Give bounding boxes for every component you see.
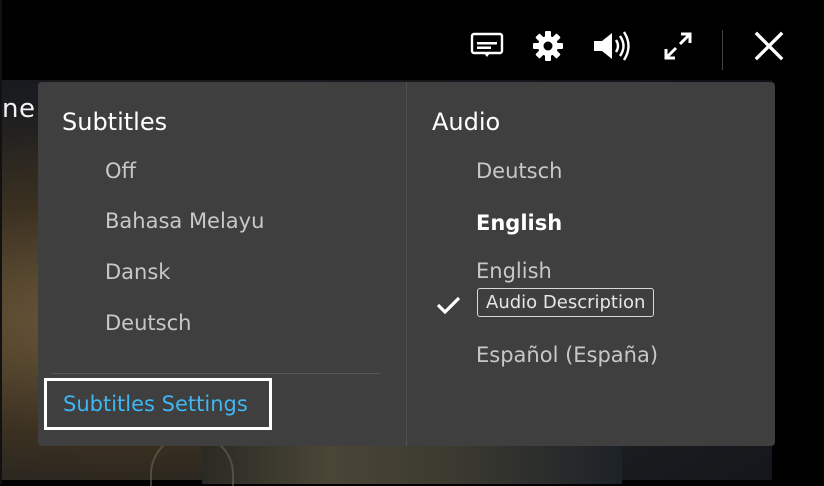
subtitles-icon[interactable] [468, 26, 506, 66]
subtitle-option-bahasa-melayu[interactable]: Bahasa Melayu [105, 209, 264, 233]
audio-option-english[interactable]: English [476, 211, 562, 235]
audio-option-espanol[interactable]: Español (España) [476, 343, 658, 367]
close-icon[interactable] [750, 26, 788, 66]
audio-option-english-ad[interactable]: English [476, 259, 552, 283]
player-frame: ne Subtitles Off Bahasa Melayu Dansk Deu… [0, 0, 824, 486]
left-edge [0, 0, 2, 484]
subtitles-title: Subtitles [62, 108, 168, 136]
video-partial-text: ne [2, 94, 36, 124]
controls-divider [722, 30, 723, 70]
player-controls [0, 0, 824, 80]
audio-description-badge: Audio Description [477, 288, 655, 317]
subtitle-option-deutsch[interactable]: Deutsch [105, 311, 191, 335]
audio-title: Audio [432, 108, 501, 136]
subtitle-option-off[interactable]: Off [105, 159, 136, 183]
checkmark-icon [436, 296, 461, 315]
subtitle-option-dansk[interactable]: Dansk [105, 260, 170, 284]
volume-icon[interactable] [590, 26, 634, 66]
video-glow [202, 440, 622, 484]
audio-option-deutsch[interactable]: Deutsch [476, 159, 562, 183]
gear-icon[interactable] [530, 26, 566, 66]
subtitles-settings-link[interactable]: Subtitles Settings [44, 378, 272, 430]
expand-icon[interactable] [660, 26, 696, 66]
subtitles-divider [52, 373, 380, 374]
subtitles-audio-panel: Subtitles Off Bahasa Melayu Dansk Deutsc… [38, 82, 775, 446]
column-separator [406, 82, 407, 446]
